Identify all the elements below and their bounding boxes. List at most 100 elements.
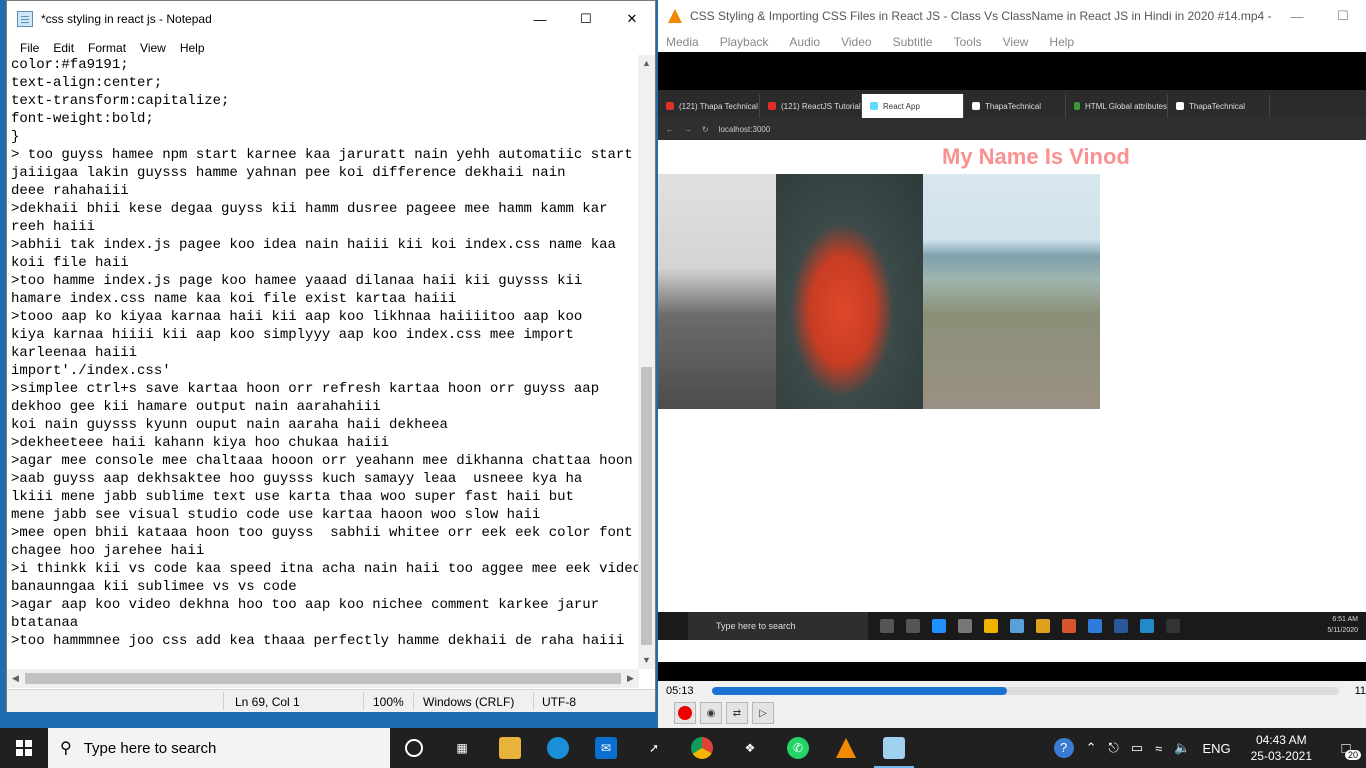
vlc-menubar: Media Playback Audio Video Subtitle Tool… [658, 32, 1366, 52]
video-browser-tabs: (121) Thapa Technical (121) ReactJS Tuto… [658, 90, 1366, 118]
menu-format[interactable]: Format [81, 41, 133, 55]
video-taskbar-search: Type here to search [688, 612, 868, 640]
vscode-icon [1140, 619, 1154, 633]
chrome-button[interactable] [678, 728, 726, 768]
encoding: UTF-8 [542, 695, 576, 709]
search-icon: ⚲ [60, 740, 72, 757]
scroll-left-icon[interactable]: ◀ [7, 669, 24, 688]
cortana-button[interactable] [390, 728, 438, 768]
folder-icon [1036, 619, 1050, 633]
scroll-right-icon[interactable]: ▶ [622, 669, 639, 688]
vertical-scrollbar[interactable]: ▲ ▼ [638, 55, 655, 669]
winamp-button[interactable]: ➚ [630, 728, 678, 768]
notepad-icon [883, 737, 905, 759]
video-tab: (121) ReactJS Tutorial [760, 94, 862, 118]
task-view-icon [906, 619, 920, 633]
vlc-seek-row: 05:13 11 [658, 681, 1366, 701]
notification-button[interactable]: □ 20 [1326, 728, 1366, 768]
page-icon [1074, 102, 1081, 110]
network-adapter-icon[interactable]: ⎋ [1109, 740, 1119, 756]
app-icon [1010, 619, 1024, 633]
system-tray: ? ⌃ ⎋ ▭ ≈ 🔈 ENG 04:43 AM 25-03-2021 □ 20 [1048, 728, 1366, 768]
youtube-icon [666, 102, 674, 110]
menu-edit[interactable]: Edit [46, 41, 81, 55]
seek-bar-fill [712, 687, 1007, 695]
edge-button[interactable] [534, 728, 582, 768]
notepad-window: *css styling in react js - Notepad — ☐ ✕… [6, 0, 656, 712]
video-address-bar: ← → ↻ localhost:3000 [658, 118, 1366, 140]
vlc-maximize-button[interactable]: ☐ [1320, 0, 1366, 32]
vlc-minimize-button[interactable]: — [1274, 0, 1320, 32]
seek-bar[interactable] [712, 687, 1339, 695]
cortana-icon [880, 619, 894, 633]
help-icon[interactable]: ? [1053, 738, 1074, 758]
mail-icon: ✉ [595, 737, 617, 759]
camera-icon: ◉ [706, 707, 716, 719]
video-browser-frame: (121) Thapa Technical (121) ReactJS Tuto… [658, 90, 1366, 662]
loop-button[interactable]: ⇄ [726, 702, 748, 724]
vertical-scroll-thumb[interactable] [641, 367, 652, 645]
start-button[interactable] [0, 728, 48, 768]
vlc-menu-video[interactable]: Video [841, 35, 871, 49]
vlc-menu-media[interactable]: Media [666, 35, 699, 49]
record-button[interactable] [674, 702, 696, 724]
close-button[interactable]: ✕ [609, 1, 655, 37]
scroll-down-icon[interactable]: ▼ [638, 652, 655, 669]
mail-button[interactable]: ✉ [582, 728, 630, 768]
vlc-menu-view[interactable]: View [1003, 35, 1029, 49]
vlc-menu-help[interactable]: Help [1049, 35, 1074, 49]
chrome-icon [984, 619, 998, 633]
notepad-taskbar-button[interactable] [870, 728, 918, 768]
menu-help[interactable]: Help [173, 41, 212, 55]
taskbar-search[interactable]: ⚲ Type here to search [48, 728, 390, 768]
windows-icon [16, 740, 32, 756]
menu-file[interactable]: File [13, 41, 46, 55]
vlc-menu-tools[interactable]: Tools [954, 35, 982, 49]
task-view-button[interactable]: ▦ [438, 728, 486, 768]
task-view-icon: ▦ [456, 741, 468, 755]
video-taskbar: Type here to search 6:51 AM 5/11/2020 [658, 612, 1366, 640]
youtube-icon [768, 102, 776, 110]
vlc-titlebar[interactable]: CSS Styling & Importing CSS Files in Rea… [658, 0, 1366, 32]
vlc-menu-audio[interactable]: Audio [789, 35, 820, 49]
vlc-button[interactable] [822, 728, 870, 768]
sublime-icon [1062, 619, 1076, 633]
umbrella-image [776, 174, 923, 409]
vlc-menu-playback[interactable]: Playback [720, 35, 769, 49]
line-ending: Windows (CRLF) [423, 695, 515, 709]
notepad-statusbar: Ln 69, Col 1 100% Windows (CRLF) UTF-8 [7, 689, 655, 712]
terminal-icon [1166, 619, 1180, 633]
minimize-button[interactable]: — [517, 1, 563, 37]
app-icon [1088, 619, 1102, 633]
page-icon [972, 102, 980, 110]
notepad-text[interactable]: color:#fa9191; text-align:center; text-t… [7, 55, 639, 651]
horizontal-scroll-thumb[interactable] [25, 673, 621, 684]
scroll-up-icon[interactable]: ▲ [638, 55, 655, 72]
notepad-editor[interactable]: color:#fa9191; text-align:center; text-t… [7, 55, 639, 669]
word-icon [1114, 619, 1128, 633]
file-explorer-button[interactable] [486, 728, 534, 768]
react-icon [870, 102, 878, 110]
whatsapp-button[interactable]: ✆ [774, 728, 822, 768]
video-area[interactable]: (121) Thapa Technical (121) ReactJS Tuto… [658, 52, 1366, 681]
taskbar-clock[interactable]: 04:43 AM 25-03-2021 [1251, 732, 1312, 764]
language-indicator[interactable]: ENG [1202, 741, 1230, 756]
maximize-button[interactable]: ☐ [563, 1, 609, 37]
wifi-icon[interactable]: ≈ [1155, 741, 1162, 756]
video-tab-active: React App [862, 94, 964, 118]
video-tab: ThapaTechnical [1168, 94, 1270, 118]
frame-step-button[interactable]: ▷ [752, 702, 774, 724]
taskbar: ⚲ Type here to search ▦ ✉ ➚ ❖ ✆ ? ⌃ ⎋ ▭ … [0, 728, 1366, 768]
volume-icon[interactable]: 🔈 [1174, 740, 1190, 756]
notepad-titlebar[interactable]: *css styling in react js - Notepad — ☐ ✕ [7, 1, 655, 37]
battery-icon[interactable]: ▭ [1131, 740, 1143, 756]
snapshot-button[interactable]: ◉ [700, 702, 722, 724]
horizontal-scrollbar[interactable]: ◀ ▶ [7, 669, 639, 688]
menu-view[interactable]: View [133, 41, 173, 55]
whatsapp-icon: ✆ [787, 737, 809, 759]
total-time: 11 [1354, 685, 1366, 697]
dropbox-button[interactable]: ❖ [726, 728, 774, 768]
back-icon: ← [666, 124, 674, 134]
vlc-menu-subtitle[interactable]: Subtitle [893, 35, 933, 49]
chevron-up-icon[interactable]: ⌃ [1086, 740, 1097, 756]
